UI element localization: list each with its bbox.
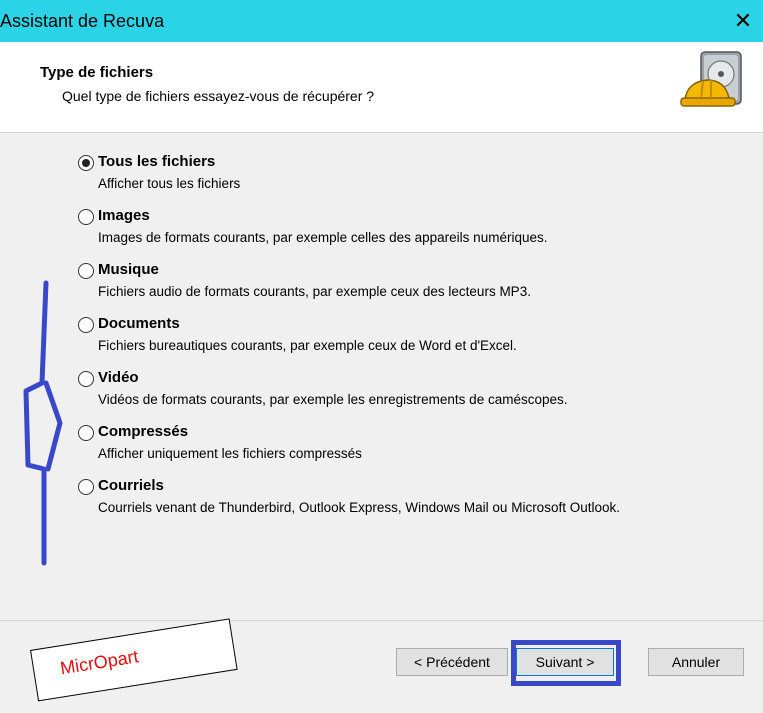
close-button[interactable]: ✕	[723, 0, 763, 42]
annotation-highlight-box	[511, 640, 621, 686]
radio-button[interactable]	[78, 263, 94, 279]
option-description: Images de formats courants, par exemple …	[98, 230, 548, 245]
option-label[interactable]: Musique	[98, 261, 159, 278]
option-label[interactable]: Compressés	[98, 423, 188, 440]
option-description: Courriels venant de Thunderbird, Outlook…	[98, 500, 620, 515]
page-title: Type de fichiers	[40, 64, 154, 81]
wizard-header: Type de fichiers Quel type de fichiers e…	[0, 42, 763, 133]
footer-divider	[0, 620, 763, 621]
hard-drive-with-hard-hat-icon	[680, 51, 742, 107]
cancel-button[interactable]: Annuler	[648, 648, 744, 676]
option-description: Afficher uniquement les fichiers compres…	[98, 446, 362, 461]
option-label[interactable]: Courriels	[98, 477, 164, 494]
title-bar: Assistant de Recuva ✕	[0, 0, 763, 42]
radio-button[interactable]	[78, 371, 94, 387]
page-subtitle: Quel type de fichiers essayez-vous de ré…	[62, 88, 375, 104]
option-label[interactable]: Tous les fichiers	[98, 153, 215, 170]
close-icon[interactable]: ✕	[734, 8, 752, 34]
option-description: Afficher tous les fichiers	[98, 176, 241, 191]
watermark-text: MicrOpart	[58, 646, 140, 679]
radio-button-checked[interactable]	[78, 155, 94, 171]
options-panel: Tous les fichiers Afficher tous les fich…	[0, 133, 763, 713]
option-label[interactable]: Vidéo	[98, 369, 139, 386]
radio-button[interactable]	[78, 479, 94, 495]
option-label[interactable]: Documents	[98, 315, 180, 332]
radio-button[interactable]	[78, 209, 94, 225]
radio-button[interactable]	[78, 317, 94, 333]
radio-button[interactable]	[78, 425, 94, 441]
window-title: Assistant de Recuva	[0, 11, 165, 31]
previous-button[interactable]: < Précédent	[396, 648, 508, 676]
option-description: Vidéos de formats courants, par exemple …	[98, 392, 568, 407]
annotation-bracket	[23, 280, 63, 566]
option-description: Fichiers audio de formats courants, par …	[98, 284, 531, 299]
option-label[interactable]: Images	[98, 207, 150, 224]
option-description: Fichiers bureautiques courants, par exem…	[98, 338, 517, 353]
